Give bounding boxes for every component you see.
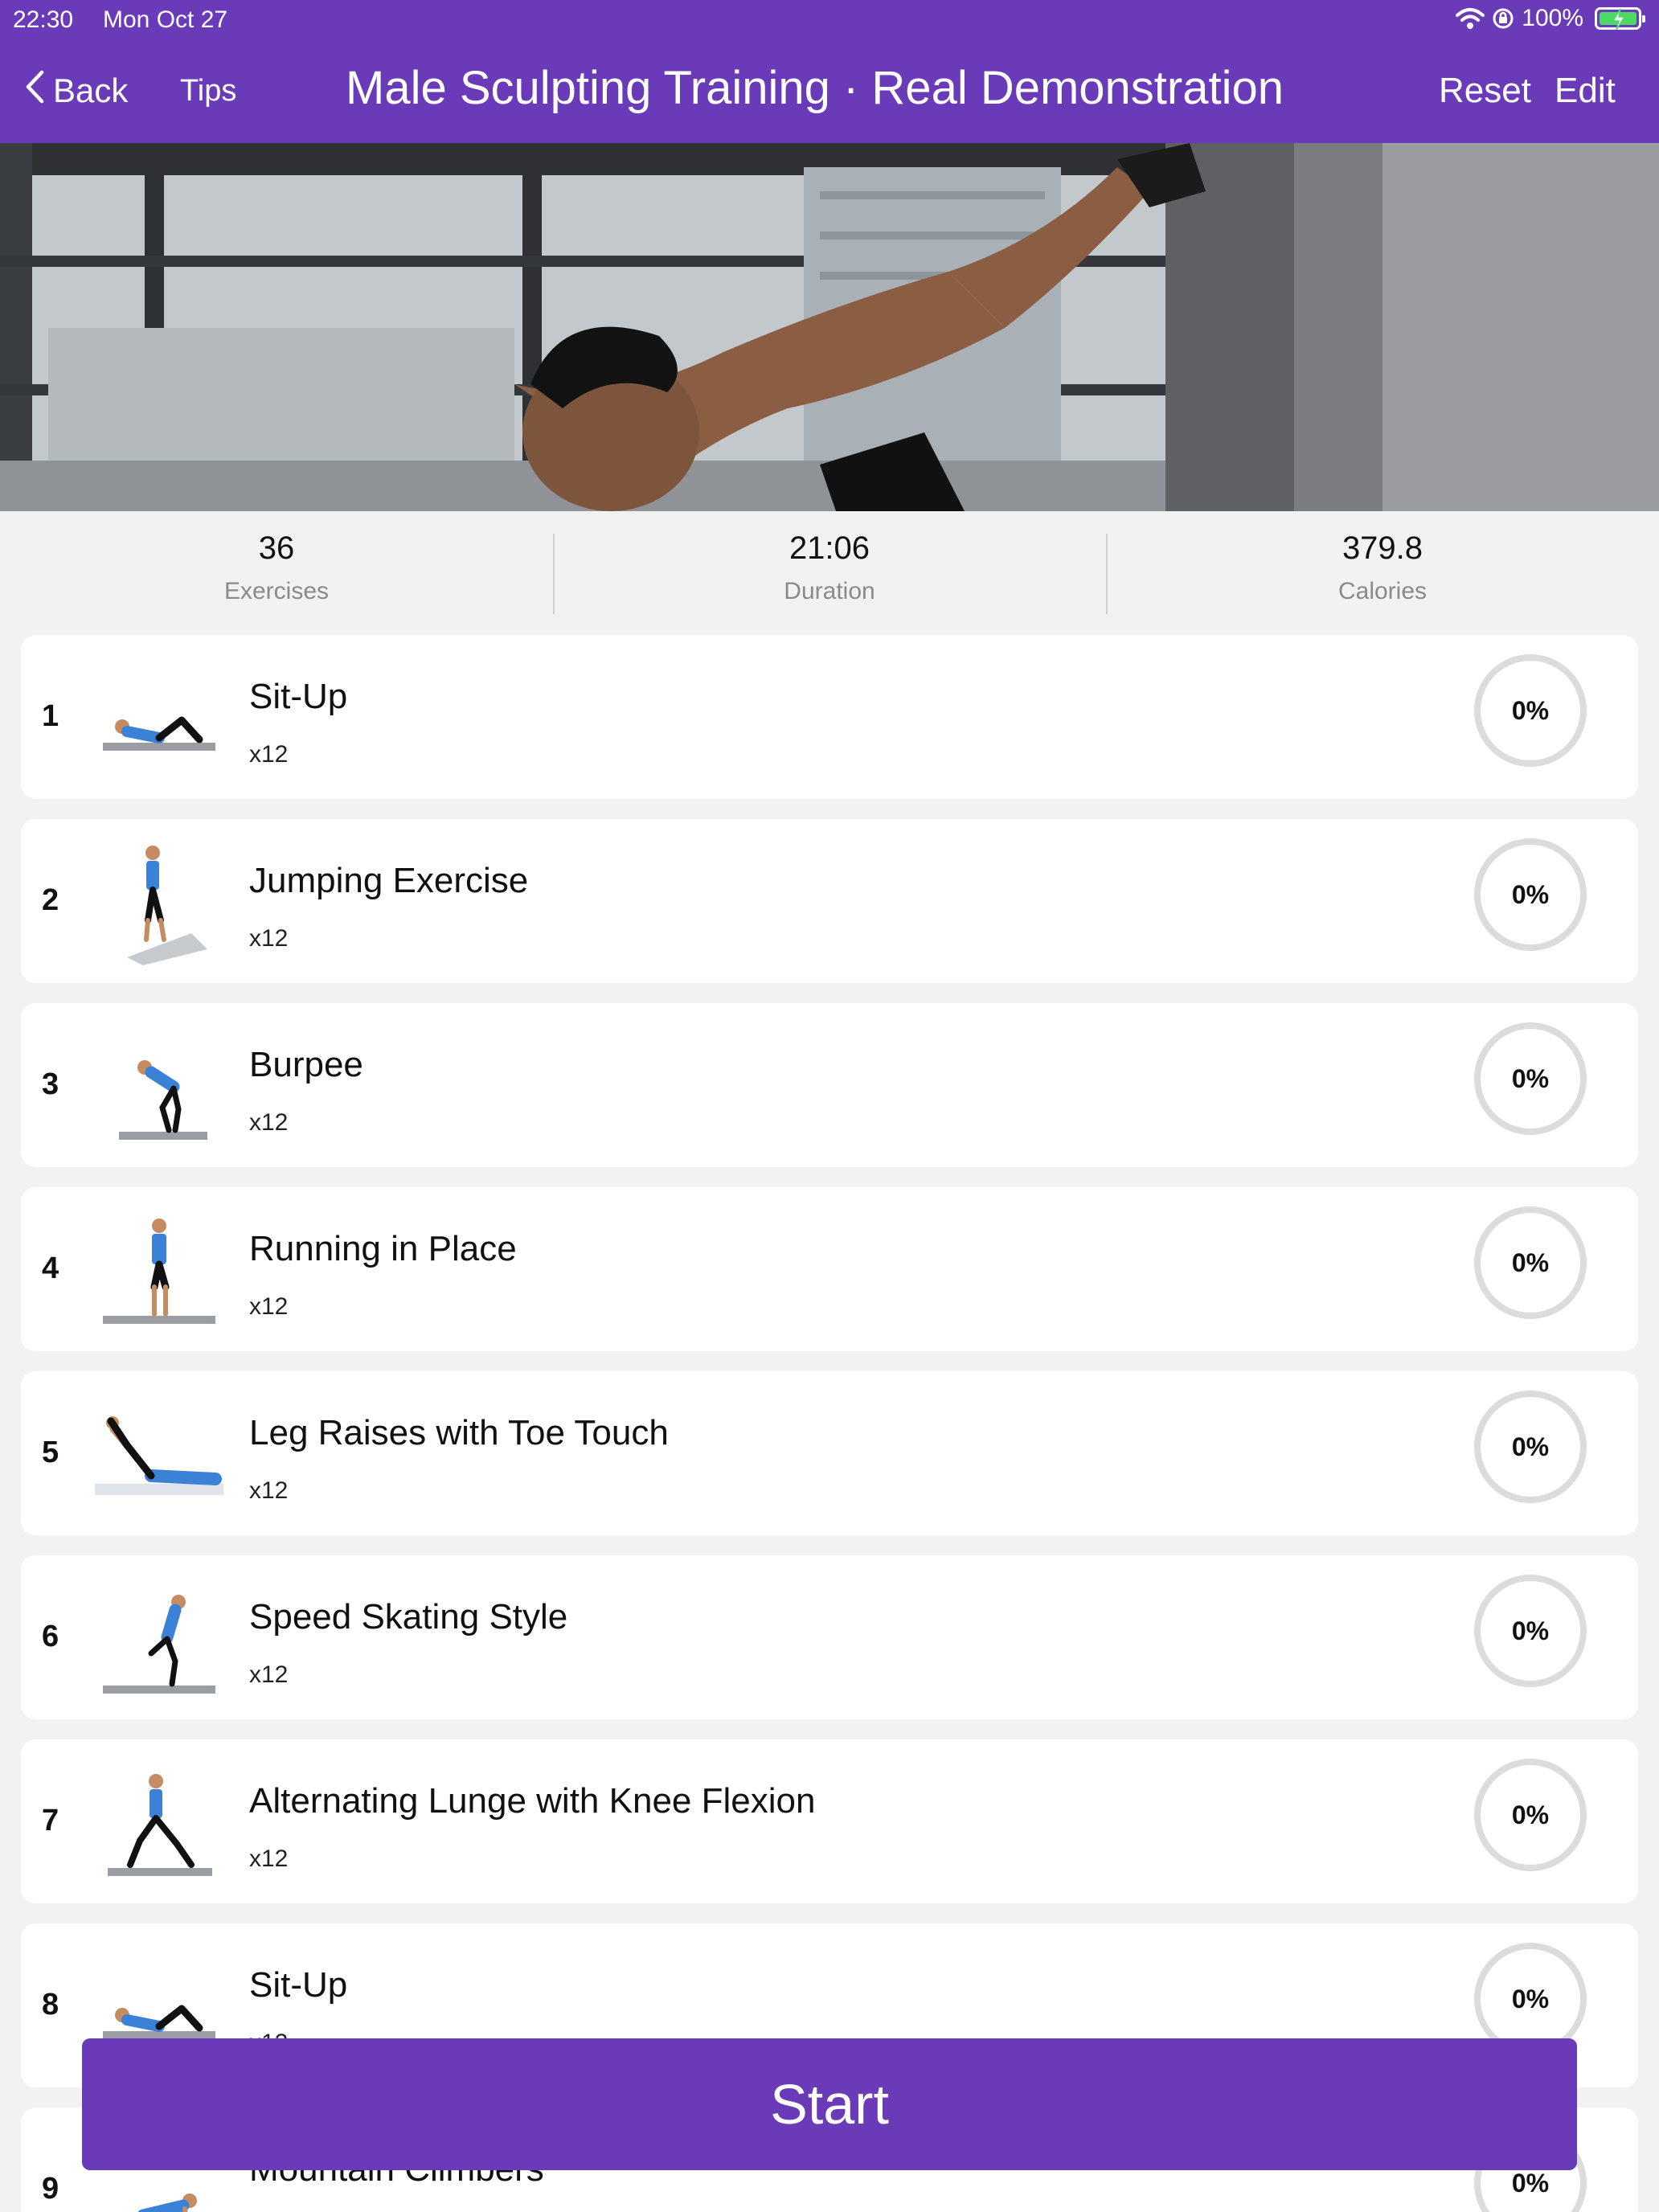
exercise-reps: x12	[249, 1109, 289, 1136]
exercise-name: Burpee	[249, 1045, 363, 1084]
exercise-number: 6	[42, 1620, 59, 1653]
exercise-name: Running in Place	[249, 1229, 517, 1268]
exercise-name: Sit-Up	[249, 677, 348, 716]
exercise-figure-icon	[95, 1416, 223, 1495]
exercise-figure-icon	[119, 1060, 207, 1140]
exercise-name: Sit-Up	[249, 1965, 348, 2005]
stat-value: 21:06	[789, 530, 870, 566]
exercise-thumbnail	[95, 1021, 223, 1149]
hero-image	[0, 143, 1659, 511]
exercise-row[interactable]: 3 Burpee x12 0%	[21, 1003, 1638, 1167]
stat-label: Calories	[1337, 578, 1428, 604]
exercise-reps: x12	[249, 925, 289, 952]
page-title: Male Sculpting Training · Real Demonstra…	[346, 62, 1284, 114]
progress-ring: 0%	[1474, 654, 1587, 767]
exercise-thumbnail	[95, 1573, 223, 1702]
exercise-row[interactable]: 2 Jumping Exercise x12 0%	[21, 819, 1638, 983]
progress-ring: 0%	[1474, 1759, 1587, 1871]
exercise-reps: x12	[249, 741, 289, 768]
exercise-number: 8	[42, 1988, 59, 2022]
exercise-thumbnail	[95, 837, 223, 965]
workout-stats: 36 Exercises 21:06 Duration 379.8 Calori…	[0, 511, 1659, 632]
reset-button[interactable]: Reset	[1439, 71, 1531, 111]
stat-value: 36	[258, 530, 295, 566]
exercise-number: 2	[42, 883, 59, 917]
orientation-lock-icon	[1491, 6, 1515, 31]
progress-ring: 0%	[1474, 838, 1587, 951]
start-button[interactable]: Start	[82, 2038, 1577, 2170]
exercise-reps: x12	[249, 1661, 289, 1688]
stat-value: 379.8	[1342, 530, 1423, 566]
exercise-name: Leg Raises with Toe Touch	[249, 1413, 669, 1452]
exercise-number: 4	[42, 1251, 59, 1285]
exercise-figure-icon	[103, 1219, 215, 1324]
battery-percent: 100%	[1522, 5, 1583, 31]
progress-ring: 0%	[1474, 1206, 1587, 1319]
exercise-row[interactable]: 1 Sit-Up x12 0%	[21, 635, 1638, 799]
wifi-icon	[1456, 7, 1485, 30]
progress-ring: 0%	[1474, 1022, 1587, 1135]
exercise-name: Speed Skating Style	[249, 1597, 568, 1636]
exercise-reps: x12	[249, 1293, 289, 1320]
stat-calories: 379.8 Calories	[1106, 530, 1659, 605]
exercise-thumbnail	[95, 1757, 223, 1886]
exercise-row[interactable]: 4 Running in Place x12 0%	[21, 1187, 1638, 1351]
stat-duration: 21:06 Duration	[553, 530, 1106, 605]
navigation-bar: Back Tips Male Sculpting Training · Real…	[0, 40, 1659, 143]
exercise-figure-icon	[103, 1595, 215, 1694]
exercise-row[interactable]: 7 Alternating Lunge with Knee Flexion x1…	[21, 1739, 1638, 1903]
exercise-row[interactable]: 6 Speed Skating Style x12 0%	[21, 1555, 1638, 1719]
exercise-number: 7	[42, 1804, 59, 1837]
exercise-figure-icon	[108, 1774, 212, 1876]
back-button[interactable]: Back	[24, 69, 128, 113]
battery-charging-icon	[1595, 7, 1645, 31]
stat-label: Exercises	[223, 578, 330, 604]
stat-exercises: 36 Exercises	[0, 530, 553, 605]
status-time: 22:30	[13, 6, 74, 33]
exercise-row[interactable]: 5 Leg Raises with Toe Touch x12 0%	[21, 1371, 1638, 1535]
status-bar: 22:30 Mon Oct 27 100%	[0, 0, 1659, 40]
workout-detail-screen: 22:30 Mon Oct 27 100% Back Tips Male Scu…	[0, 0, 1659, 2212]
exercise-list[interactable]: 1 Sit-Up x12 0% 2 Jumping Exercise x12 0…	[0, 632, 1659, 2212]
exercise-number: 1	[42, 699, 59, 733]
status-date: Mon Oct 27	[103, 6, 228, 33]
edit-button[interactable]: Edit	[1555, 71, 1616, 111]
status-right: 100%	[1456, 5, 1645, 32]
exercise-number: 9	[42, 2172, 59, 2206]
back-label: Back	[53, 72, 129, 109]
exercise-figure-icon	[127, 846, 207, 965]
exercise-thumbnail	[95, 653, 223, 781]
exercise-thumbnail	[95, 1389, 223, 1518]
tips-button[interactable]: Tips	[180, 74, 236, 109]
exercise-figure-icon	[103, 716, 215, 751]
exercise-thumbnail	[95, 1205, 223, 1333]
exercise-number: 5	[42, 1436, 59, 1469]
progress-ring: 0%	[1474, 1391, 1587, 1503]
chevron-left-icon	[24, 69, 45, 113]
exercise-reps: x12	[249, 1477, 289, 1504]
exercise-reps: x12	[249, 1845, 289, 1872]
exercise-name: Alternating Lunge with Knee Flexion	[249, 1781, 816, 1821]
progress-ring: 0%	[1474, 1575, 1587, 1687]
stat-label: Duration	[784, 578, 875, 604]
exercise-name: Jumping Exercise	[249, 861, 529, 900]
exercise-number: 3	[42, 1067, 59, 1101]
header: 22:30 Mon Oct 27 100% Back Tips Male Scu…	[0, 0, 1659, 143]
